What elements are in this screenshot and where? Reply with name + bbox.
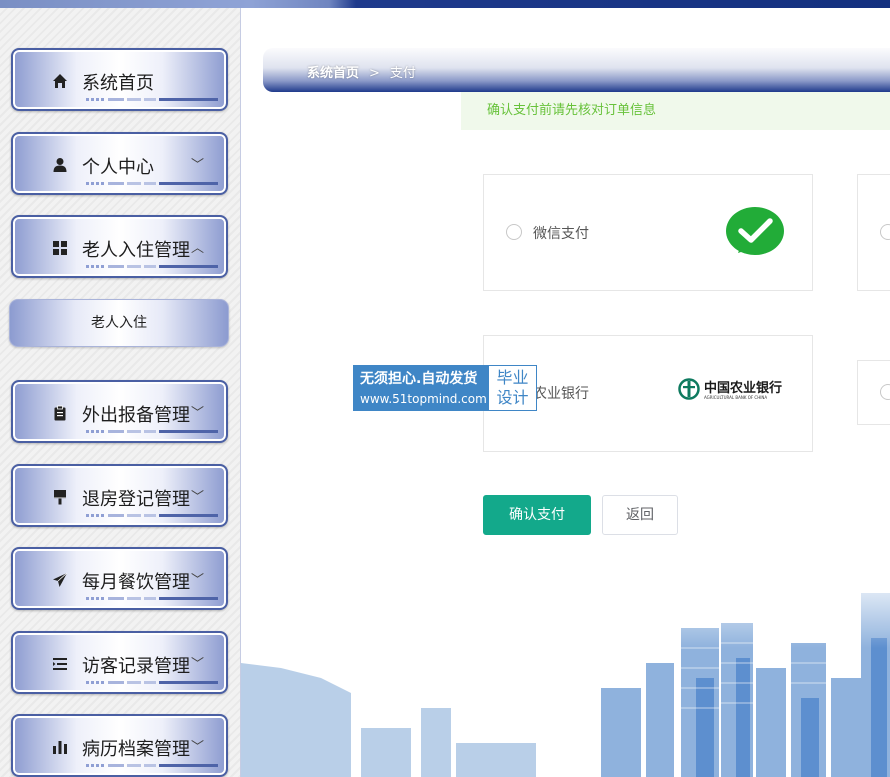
sidebar-item-elder-checkin-management[interactable]: 老人入住管理 ︿ xyxy=(11,215,228,278)
clipboard-icon xyxy=(51,404,69,422)
sidebar-item-label: 访客记录管理 xyxy=(82,656,190,677)
chevron-up-icon: ︿ xyxy=(190,241,204,256)
order-check-notice: 确认支付前请先核对订单信息 xyxy=(461,92,890,130)
menu-decoration xyxy=(86,430,218,433)
chevron-down-icon: ﹀ xyxy=(190,740,204,755)
wechat-pay-logo xyxy=(726,207,784,255)
send-icon xyxy=(51,571,69,589)
sidebar-item-label: 每月餐饮管理 xyxy=(82,572,190,593)
sidebar-item-label: 退房登记管理 xyxy=(82,489,190,510)
sidebar-item-label: 外出报备管理 xyxy=(82,405,190,426)
wechat-radio[interactable] xyxy=(506,224,522,240)
payment-option-partial-1[interactable] xyxy=(857,174,890,291)
confirm-payment-button[interactable]: 确认支付 xyxy=(483,495,591,535)
sidebar-item-personal-center[interactable]: 个人中心 ﹀ xyxy=(11,132,228,195)
breadcrumb: 系统首页 > 支付 xyxy=(307,62,416,81)
watermark-badge: 无须担心.自动发货 www.51topmind.com 毕业 设计 xyxy=(353,365,537,411)
sidebar-item-checkout-registration-management[interactable]: 退房登记管理 ﹀ xyxy=(11,464,228,527)
brush-icon xyxy=(51,488,69,506)
bar-chart-icon xyxy=(51,738,69,756)
chevron-down-icon: ﹀ xyxy=(190,657,204,672)
payment-radio[interactable] xyxy=(880,384,890,400)
menu-decoration xyxy=(86,681,218,684)
top-banner-stripe xyxy=(0,0,890,8)
payment-option-partial-2[interactable] xyxy=(857,360,890,425)
watermark-url: www.51topmind.com xyxy=(360,392,487,406)
grid-icon xyxy=(51,239,69,257)
chevron-down-icon: ﹀ xyxy=(190,490,204,505)
submenu-item-elder-checkin[interactable]: 老人入住 xyxy=(9,299,229,347)
city-skyline-background xyxy=(241,568,890,777)
watermark-tag-bottom: 设计 xyxy=(496,388,529,407)
list-icon xyxy=(51,655,69,673)
sidebar-item-label: 病历档案管理 xyxy=(82,739,190,760)
menu-decoration xyxy=(86,514,218,517)
sidebar-item-monthly-meal-management[interactable]: 每月餐饮管理 ﹀ xyxy=(11,547,228,610)
watermark-tag-top: 毕业 xyxy=(496,368,529,387)
sidebar-item-visitor-record-management[interactable]: 访客记录管理 ﹀ xyxy=(11,631,228,694)
menu-decoration xyxy=(86,182,218,185)
sidebar: 系统首页 个人中心 ﹀ 老人入住管理 ︿ 老人入住 外出报备管理 ﹀ 退房登记管… xyxy=(0,8,241,777)
sidebar-item-label: 系统首页 xyxy=(82,73,154,94)
sidebar-item-label: 个人中心 xyxy=(82,157,154,178)
home-icon xyxy=(51,72,69,90)
sidebar-item-home[interactable]: 系统首页 xyxy=(11,48,228,111)
payment-option-wechat[interactable]: 微信支付 xyxy=(483,174,813,291)
payment-option-label: 农业银行 xyxy=(533,386,589,402)
sidebar-item-label: 老人入住管理 xyxy=(82,240,190,261)
watermark-text: 无须担心.自动发货 xyxy=(360,371,478,387)
user-icon xyxy=(51,156,69,174)
breadcrumb-home-link[interactable]: 系统首页 xyxy=(307,66,359,81)
abc-bank-logo: 中国农业银行 AGRICULTURAL BANK OF CHINA xyxy=(678,376,798,406)
abc-emblem-icon xyxy=(678,378,700,400)
back-button[interactable]: 返回 xyxy=(602,495,678,535)
menu-decoration xyxy=(86,764,218,767)
sidebar-item-medical-records-management[interactable]: 病历档案管理 ﹀ xyxy=(11,714,228,777)
main-content: 系统首页 > 支付 确认支付前请先核对订单信息 微信支付 农业银行 中国农业银行 A… xyxy=(241,8,890,777)
chevron-down-icon: ﹀ xyxy=(190,573,204,588)
breadcrumb-current: 支付 xyxy=(389,66,416,81)
sidebar-item-outing-report-management[interactable]: 外出报备管理 ﹀ xyxy=(11,380,228,443)
breadcrumb-bar: 系统首页 > 支付 xyxy=(263,48,890,92)
payment-option-label: 微信支付 xyxy=(533,226,589,242)
menu-decoration xyxy=(86,98,218,101)
chevron-down-icon: ﹀ xyxy=(190,158,204,173)
breadcrumb-separator: > xyxy=(369,66,380,81)
payment-radio[interactable] xyxy=(880,224,890,240)
menu-decoration xyxy=(86,597,218,600)
chevron-down-icon: ﹀ xyxy=(190,406,204,421)
menu-decoration xyxy=(86,265,218,268)
